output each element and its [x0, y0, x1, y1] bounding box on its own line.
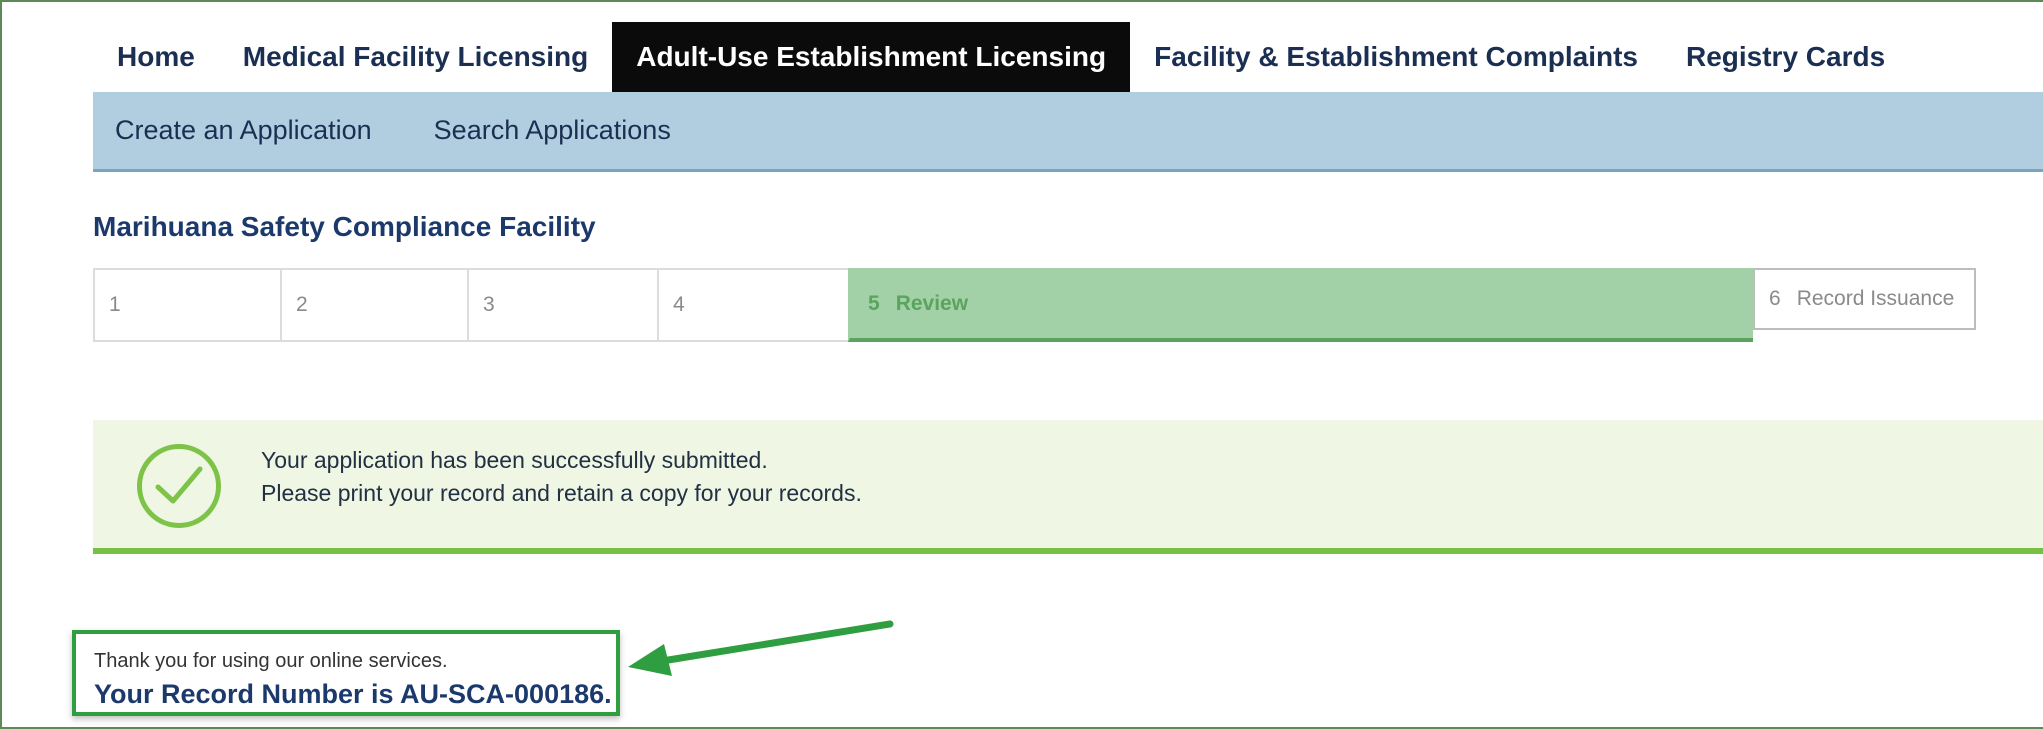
tab-medical-facility-licensing[interactable]: Medical Facility Licensing — [219, 22, 612, 92]
tab-adult-use-establishment-licensing[interactable]: Adult-Use Establishment Licensing — [612, 22, 1131, 106]
create-application-link[interactable]: Create an Application — [115, 115, 372, 146]
tab-facility-establishment-complaints[interactable]: Facility & Establishment Complaints — [1130, 22, 1662, 92]
step-label: Review — [895, 292, 969, 315]
search-applications-link[interactable]: Search Applications — [434, 115, 671, 146]
step-4: 4 — [657, 268, 848, 342]
record-number-callout: Thank you for using our online services.… — [72, 630, 620, 716]
success-notice: Your application has been successfully s… — [93, 420, 2043, 554]
step-number: 3 — [483, 293, 495, 316]
step-3: 3 — [467, 268, 657, 342]
tab-home[interactable]: Home — [93, 22, 219, 92]
step-number: 6 — [1769, 287, 1781, 310]
annotation-arrow-icon — [628, 620, 894, 676]
success-line-1: Your application has been successfully s… — [261, 447, 768, 473]
step-label: Record Issuance — [1796, 287, 1955, 310]
thank-you-text: Thank you for using our online services. — [94, 650, 448, 672]
step-number: 4 — [673, 293, 685, 316]
step-number: 1 — [109, 293, 121, 316]
tab-registry-cards[interactable]: Registry Cards — [1662, 22, 1909, 92]
page-title: Marihuana Safety Compliance Facility — [93, 211, 596, 242]
check-circle-icon — [137, 444, 221, 528]
step-number: 5 — [868, 292, 880, 315]
success-message: Your application has been successfully s… — [261, 444, 862, 510]
record-number-text: Your Record Number is AU-SCA-000186. — [94, 679, 612, 709]
sub-nav: Create an Application Search Application… — [93, 92, 2043, 172]
step-number: 2 — [296, 293, 308, 316]
step-6-record-issuance: 6 Record Issuance — [1753, 268, 1977, 330]
step-2: 2 — [280, 268, 467, 342]
top-nav: Home Medical Facility Licensing Adult-Us… — [93, 22, 2043, 106]
step-1: 1 — [93, 268, 280, 342]
success-line-2: Please print your record and retain a co… — [261, 480, 862, 506]
step-5-review: 5 Review — [848, 268, 1753, 342]
step-tracker: 1 2 3 4 5 Review 6 Record Issuance — [93, 268, 1977, 342]
